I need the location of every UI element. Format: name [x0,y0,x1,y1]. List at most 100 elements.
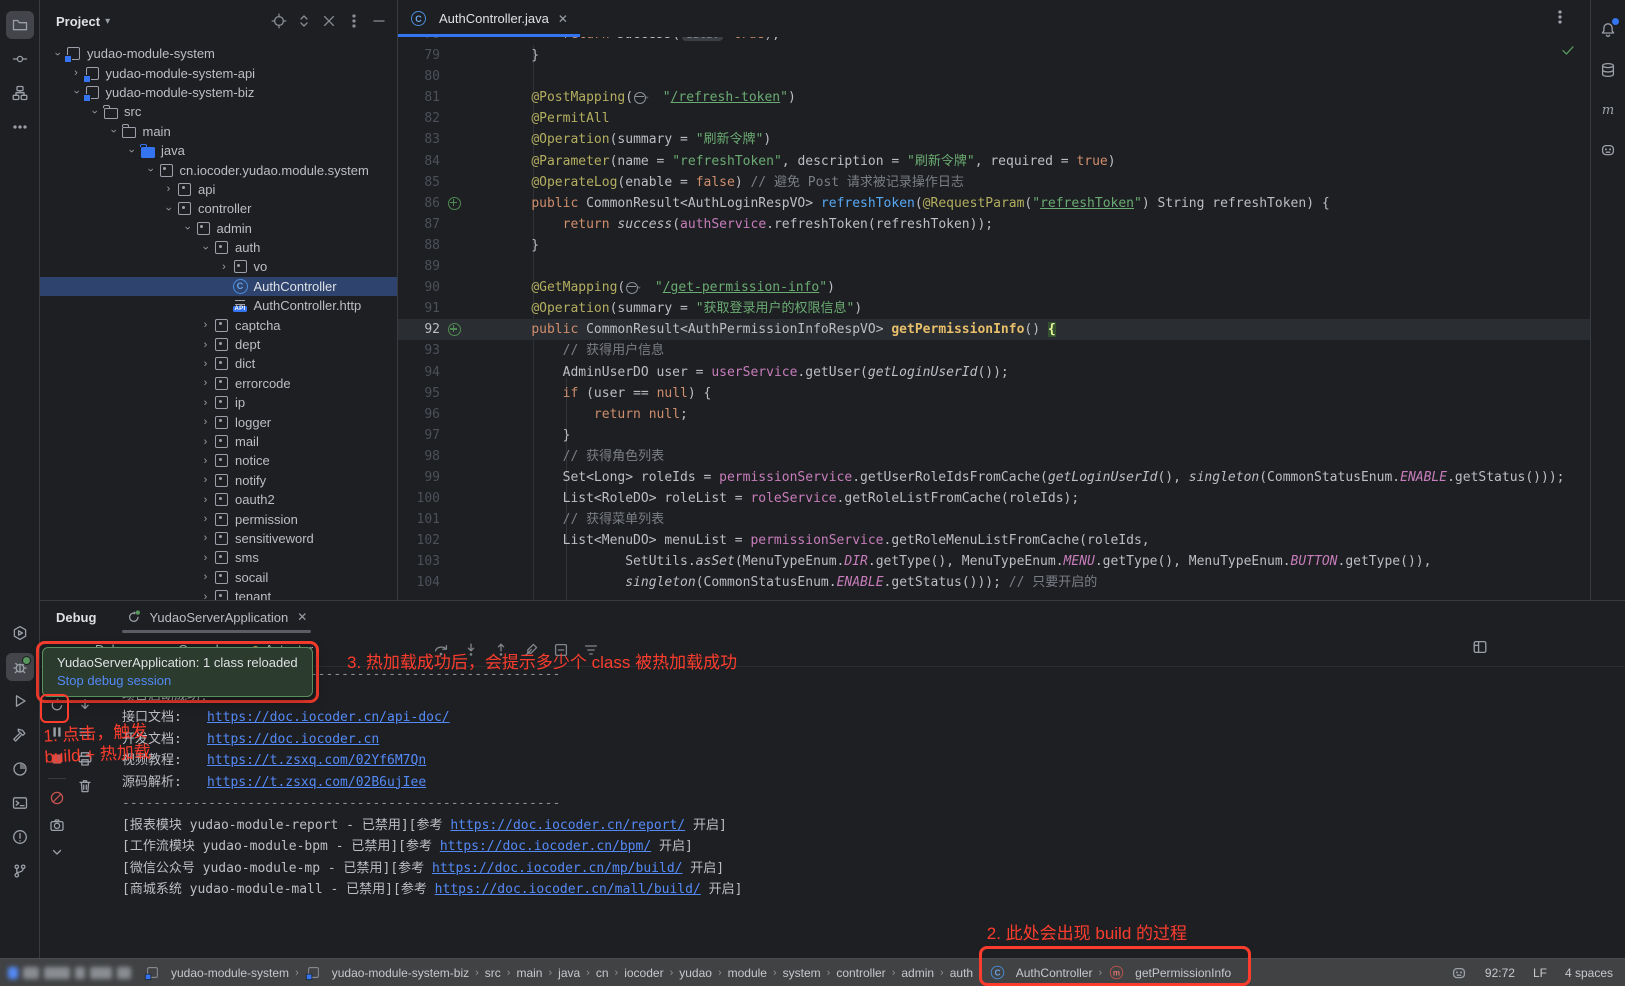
gutter-line-84[interactable]: 84 [398,151,500,172]
open-api-icon[interactable] [626,282,638,294]
profiler-tool-icon[interactable] [6,755,34,783]
gutter-line-99[interactable]: 99 [398,467,500,488]
tree-item-permission[interactable]: ›permission [40,509,397,528]
gutter-line-87[interactable]: 87 [398,214,500,235]
notifications-icon[interactable] [1594,16,1622,44]
api-endpoint-icon[interactable] [448,197,461,210]
gutter-line-78[interactable]: 78 [398,37,500,45]
hide-panel-icon[interactable] [371,13,387,29]
breadcrumb-system[interactable]: system [781,966,823,980]
hotswap-agent-icon[interactable] [1451,965,1467,981]
tree-item-errorcode[interactable]: ›errorcode [40,374,397,393]
tree-item-ip[interactable]: ›ip [40,393,397,412]
code-line-99[interactable]: 99 Set<Long> roleIds = permissionService… [398,467,1590,488]
gutter-line-80[interactable]: 80 [398,66,500,87]
code-area[interactable]: 78 return success(data: true);79 }8081 @… [398,37,1590,600]
tree-item-controller[interactable]: ›controller [40,199,397,218]
console-link[interactable]: https://doc.iocoder.cn/api-doc/ [207,710,450,725]
tree-item-java[interactable]: ›java [40,141,397,160]
project-tool-icon[interactable] [6,11,34,39]
close-icon[interactable]: ✕ [558,12,568,26]
gutter-line-98[interactable]: 98 [398,446,500,467]
ai-assistant-icon[interactable] [1594,136,1622,164]
tree-item-src[interactable]: ›src [40,102,397,121]
console-link[interactable]: https://t.zsxq.com/02B6ujIee [207,775,426,790]
breadcrumb-java[interactable]: java [556,966,582,980]
maven-icon[interactable]: m [1594,96,1622,124]
run-tool-icon[interactable] [6,687,34,715]
code-line-94[interactable]: 94 AdminUserDO user = userService.getUse… [398,362,1590,383]
gutter-line-90[interactable]: 90 [398,277,500,298]
breadcrumb-getpermissioninfo[interactable]: mgetPermissionInfo [1106,965,1233,981]
code-line-104[interactable]: 104 singleton(CommonStatusEnum.ENABLE.ge… [398,572,1590,593]
gutter-line-100[interactable]: 100 [398,488,500,509]
problems-tool-icon[interactable] [6,823,34,851]
code-line-84[interactable]: 84 @Parameter(name = "refreshToken", des… [398,151,1590,172]
tree-item-mail[interactable]: ›mail [40,432,397,451]
breadcrumb-cn[interactable]: cn [594,966,611,980]
version-control-tool-icon[interactable] [6,857,34,885]
database-icon[interactable] [1594,56,1622,84]
code-line-85[interactable]: 85 @OperateLog(enable = false) // 避免 Pos… [398,172,1590,193]
code-line-91[interactable]: 91 @Operation(summary = "获取登录用户的权限信息") [398,298,1590,319]
breadcrumb-yudao[interactable]: yudao [677,966,714,980]
code-line-87[interactable]: 87 return success(authService.refreshTok… [398,214,1590,235]
project-panel-title[interactable]: Project [56,14,100,29]
breadcrumb-module[interactable]: module [726,966,769,980]
tree-item-auth[interactable]: ›auth [40,238,397,257]
console-link[interactable]: https://doc.iocoder.cn/mp/build/ [432,861,682,876]
tree-item-sms[interactable]: ›sms [40,548,397,567]
tree-item-api[interactable]: ›api [40,180,397,199]
tree-item-notice[interactable]: ›notice [40,451,397,470]
tree-item-main[interactable]: ›main [40,122,397,141]
tree-item-authcontroller[interactable]: CAuthController [40,277,397,296]
gutter-line-89[interactable]: 89 [398,256,500,277]
code-line-89[interactable]: 89 [398,256,1590,277]
code-line-86[interactable]: 86 public CommonResult<AuthLoginRespVO> … [398,193,1590,214]
breadcrumb-admin[interactable]: admin [899,966,936,980]
gutter-line-102[interactable]: 102 [398,530,500,551]
code-line-97[interactable]: 97 } [398,425,1590,446]
tree-item-dict[interactable]: ›dict [40,354,397,373]
gutter-line-95[interactable]: 95 [398,383,500,404]
code-line-96[interactable]: 96 return null; [398,404,1590,425]
tree-item-sensitiveword[interactable]: ›sensitiveword [40,529,397,548]
tree-item-oauth2[interactable]: ›oauth2 [40,490,397,509]
code-line-83[interactable]: 83 @Operation(summary = "刷新令牌") [398,129,1590,150]
breadcrumb-iocoder[interactable]: iocoder [622,966,665,980]
gutter-line-103[interactable]: 103 [398,551,500,572]
breadcrumb-yudao-module-system[interactable]: yudao-module-system [142,965,291,981]
console-link[interactable]: https://t.zsxq.com/02Yf6M7Qn [207,753,426,768]
expand-icon[interactable] [296,13,312,29]
gutter-line-96[interactable]: 96 [398,404,500,425]
code-line-98[interactable]: 98 // 获得角色列表 [398,446,1590,467]
tree-item-yudao-module-system-biz[interactable]: ›yudao-module-system-biz [40,83,397,102]
code-line-78[interactable]: 78 return success(data: true); [398,37,1590,45]
tree-item-authcontroller-http[interactable]: AuthController.http [40,296,397,315]
code-line-88[interactable]: 88 } [398,235,1590,256]
gutter-line-83[interactable]: 83 [398,129,500,150]
panel-options-icon[interactable] [346,13,362,29]
code-line-102[interactable]: 102 List<MenuDO> menuList = permissionSe… [398,530,1590,551]
code-line-90[interactable]: 90 @GetMapping( "/get-permission-info") [398,277,1590,298]
tree-item-yudao-module-system-api[interactable]: ›yudao-module-system-api [40,63,397,82]
gutter-line-101[interactable]: 101 [398,509,500,530]
camera-button[interactable] [49,817,65,833]
code-line-103[interactable]: 103 SetUtils.asSet(MenuTypeEnum.DIR.getT… [398,551,1590,572]
indent-setting[interactable]: 4 spaces [1565,966,1613,980]
gutter-line-88[interactable]: 88 [398,235,500,256]
code-line-82[interactable]: 82 @PermitAll [398,108,1590,129]
gutter-line-79[interactable]: 79 [398,45,500,66]
structure-tool-icon[interactable] [6,79,34,107]
console-link[interactable]: https://doc.iocoder.cn/bpm/ [440,839,651,854]
code-line-95[interactable]: 95 if (user == null) { [398,383,1590,404]
code-line-80[interactable]: 80 [398,66,1590,87]
breadcrumb-src[interactable]: src [483,966,503,980]
caret-position[interactable]: 92:72 [1485,966,1515,980]
trash-button[interactable] [77,778,93,794]
open-api-icon[interactable] [634,92,646,104]
console-link[interactable]: https://doc.iocoder.cn/report/ [450,818,685,833]
debug-session-tab[interactable]: YudaoServerApplication ✕ [122,601,311,633]
tree-item-captcha[interactable]: ›captcha [40,315,397,334]
tree-item-yudao-module-system[interactable]: ›yudao-module-system [40,44,397,63]
